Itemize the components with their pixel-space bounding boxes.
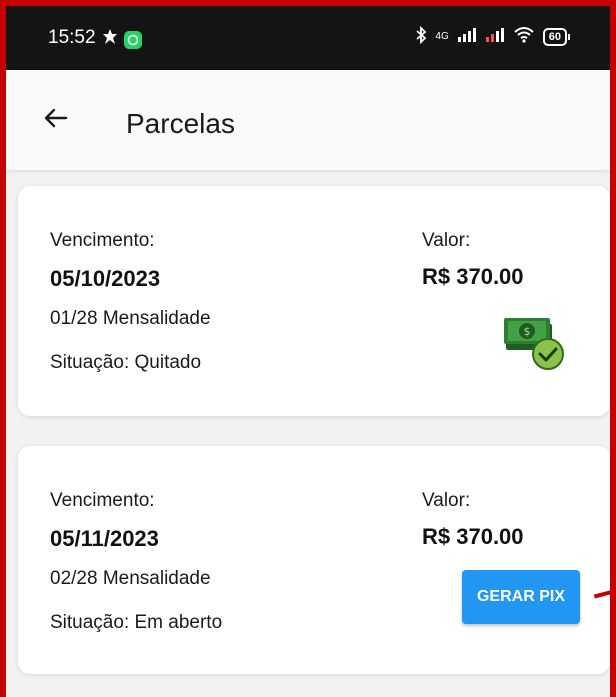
status-bar: 15:52 4G 60 (6, 6, 610, 70)
due-date: 05/11/2023 (50, 526, 159, 551)
app-bar: Parcelas (6, 70, 610, 170)
svg-text:$: $ (524, 325, 531, 338)
bluetooth-icon (415, 25, 427, 47)
network-type-label: 4G (435, 31, 449, 42)
screenshot-frame: 15:52 4G 60 Parcelas Vencimento: 05/10/2… (0, 0, 616, 697)
signal-icon-secondary (485, 27, 505, 46)
battery-icon: 60 (542, 27, 570, 46)
due-label: Vencimento: (50, 230, 155, 251)
battery-level: 60 (542, 27, 567, 46)
status-right-icons: 4G 60 (415, 25, 570, 47)
whatsapp-icon (124, 30, 142, 49)
dnd-icon (102, 28, 118, 51)
wifi-icon (513, 26, 535, 47)
paid-money-icon: $ (502, 308, 568, 379)
page-title: Parcelas (126, 108, 235, 139)
generate-pix-button[interactable]: GERAR PIX (462, 570, 580, 624)
installment-description: 02/28 Mensalidade (50, 568, 211, 589)
installment-card[interactable]: Vencimento: 05/11/2023 02/28 Mensalidade… (18, 446, 610, 674)
value-label: Valor: (422, 230, 471, 251)
installment-value: R$ 370.00 (422, 524, 524, 549)
due-date: 05/10/2023 (50, 266, 161, 291)
installment-card[interactable]: Vencimento: 05/10/2023 01/28 Mensalidade… (18, 186, 610, 416)
installment-status: Situação: Quitado (50, 352, 202, 373)
value-label: Valor: (422, 490, 471, 511)
back-arrow-icon[interactable] (42, 104, 70, 132)
status-left-icons (102, 28, 142, 51)
due-label: Vencimento: (50, 490, 155, 511)
signal-icon (457, 27, 477, 46)
installment-value: R$ 370.00 (422, 264, 524, 289)
installment-status: Situação: Em aberto (50, 612, 223, 633)
status-time: 15:52 (48, 27, 96, 48)
installment-description: 01/28 Mensalidade (50, 308, 211, 329)
